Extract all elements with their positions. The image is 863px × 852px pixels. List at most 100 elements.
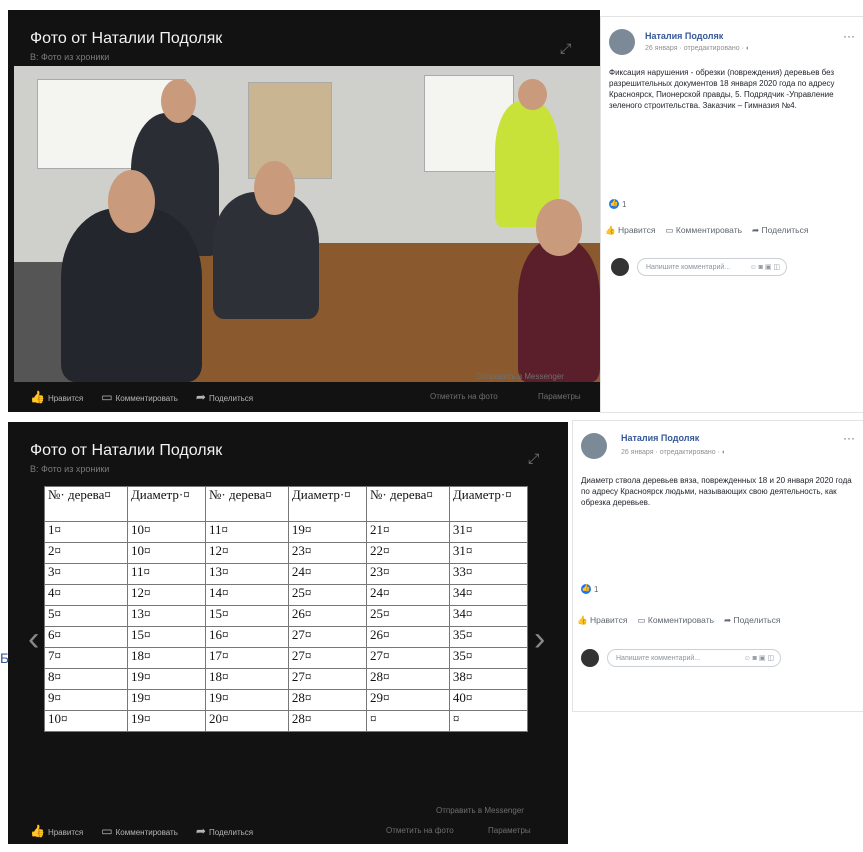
table-cell: 1¤ [44,521,128,543]
table-cell: ¤ [448,710,529,732]
table-cell: 28¤ [365,668,450,690]
table-cell: 19¤ [126,668,206,690]
post-card-1: Наталия Подоляк 26 января · отредактиров… [600,16,863,413]
chevron-right-icon[interactable]: › [534,622,545,656]
table-cell: 27¤ [287,626,367,648]
params-link[interactable]: Параметры [538,392,581,401]
more-icon[interactable]: ··· [843,29,855,43]
like-reaction-icon: 👍 [609,199,619,209]
table-cell: 19¤ [126,689,206,711]
table-cell: 5¤ [44,605,128,627]
more-icon[interactable]: ··· [843,431,855,445]
composer-icons: ☺ ◙ ▣ ◫ [749,264,780,271]
comment-button[interactable]: ▭ Комментировать [637,615,714,626]
like-button[interactable]: 👍 Нравится [577,615,627,626]
tree-diameter-table: №· дерева¤ Диаметр·¤ №· дерева¤ Диаметр·… [44,486,529,732]
comment-icon: ▭ [637,615,648,625]
table-cell: 20¤ [204,710,289,732]
table-cell: 19¤ [287,521,367,543]
table-cell: 2¤ [44,542,128,564]
table-cell: 27¤ [287,668,367,690]
table-row: 2¤ 10¤ 12¤ 23¤ 22¤ 31¤ [44,542,529,564]
table-cell: 16¤ [204,626,289,648]
send-messenger-link[interactable]: Отправить в Messenger [476,372,564,381]
photo-image[interactable] [14,66,600,382]
photo-head [535,198,583,256]
table-cell: 8¤ [44,668,128,690]
table-cell: 40¤ [448,689,529,711]
table-cell: 11¤ [126,563,206,585]
comment-icon: ▭ [101,824,113,838]
viewer-subtitle[interactable]: В: Фото из хроники [30,52,109,62]
table-cell: 24¤ [365,584,450,606]
table-row: 3¤ 11¤ 13¤ 24¤ 23¤ 33¤ [44,563,529,585]
table-cell: 26¤ [287,605,367,627]
send-messenger-link[interactable]: Отправить в Messenger [436,806,524,815]
photo-viewer-2: Фото от Наталии Подоляк В: Фото из хрони… [8,422,568,844]
table-cell: 17¤ [204,647,289,669]
viewer-title: Фото от Наталии Подоляк [30,30,223,47]
comment-input[interactable]: Напишите комментарий... ☺ ◙ ▣ ◫ [607,649,781,667]
like-icon: 👍 [30,824,45,838]
column-header: №· дерева¤ [44,486,128,522]
avatar [581,649,599,667]
table-row: 9¤ 19¤ 19¤ 28¤ 29¤ 40¤ [44,689,529,711]
avatar[interactable] [581,433,607,459]
table-cell: 22¤ [365,542,450,564]
table-cell: 34¤ [448,605,529,627]
table-cell: 13¤ [204,563,289,585]
post-text: Диаметр ствола деревьев вяза, поврежденн… [581,476,852,507]
like-button[interactable]: 👍 Нравится [30,390,83,404]
photo-shelf [248,81,333,179]
expand-icon[interactable]: ⤢ [528,451,540,465]
table-body: 1¤ 10¤ 11¤ 19¤ 21¤ 31¤ 2¤ 10¤ 12¤ 23¤ 22¤ 31¤ 3¤ 11¤ 1… [44,521,529,732]
table-cell: 28¤ [287,710,367,732]
table-cell: 27¤ [365,647,450,669]
table-cell: 25¤ [365,605,450,627]
like-button[interactable]: 👍 Нравится [605,225,655,236]
reaction-count[interactable]: 👍 1 [581,584,598,594]
comment-button[interactable]: ▭ Комментировать [101,824,178,838]
table-row: 8¤ 19¤ 18¤ 27¤ 28¤ 38¤ [44,668,529,690]
share-icon: ➦ [752,225,762,235]
tag-photo-link[interactable]: Отметить на фото [386,826,454,835]
viewer-subtitle[interactable]: В: Фото из хроники [30,464,109,474]
table-cell: 3¤ [44,563,128,585]
reaction-count[interactable]: 👍 1 [609,199,626,209]
like-icon: 👍 [577,615,590,625]
share-button[interactable]: ➦ Поделиться [724,615,780,626]
table-cell: 15¤ [126,626,206,648]
share-button[interactable]: ➦ Поделиться [752,225,808,236]
author-name[interactable]: Наталия Подоляк [645,31,723,41]
table-cell: 10¤ [44,710,128,732]
params-link[interactable]: Параметры [488,826,531,835]
expand-icon[interactable]: ⤢ [560,41,572,55]
table-cell: 10¤ [126,542,206,564]
table-cell: 10¤ [126,521,206,543]
share-button[interactable]: ➦ Поделиться [196,824,253,838]
photo-person [517,239,600,382]
share-button[interactable]: ➦ Поделиться [196,390,253,404]
table-header-row: №· дерева¤ Диаметр·¤ №· дерева¤ Диаметр·… [44,486,529,522]
table-cell: 13¤ [126,605,206,627]
table-cell: 18¤ [204,668,289,690]
like-button[interactable]: 👍 Нравится [30,824,83,838]
viewer-actions: 👍 Нравится ▭ Комментировать ➦ Поделиться [30,824,253,838]
like-icon: 👍 [30,390,45,404]
table-cell: 23¤ [287,542,367,564]
table-row: 10¤ 19¤ 20¤ 28¤ ¤ ¤ [44,710,529,732]
avatar[interactable] [609,29,635,55]
tag-photo-link[interactable]: Отметить на фото [430,392,498,401]
comment-button[interactable]: ▭ Комментировать [665,225,742,236]
table-cell: 35¤ [448,647,529,669]
table-cell: 23¤ [365,563,450,585]
author-name[interactable]: Наталия Подоляк [621,433,699,443]
comment-icon: ▭ [665,225,676,235]
chevron-left-icon[interactable]: ‹ [28,622,39,656]
comment-input[interactable]: Напишите комментарий... ☺ ◙ ▣ ◫ [637,258,787,276]
viewer-title: Фото от Наталии Подоляк [30,442,223,459]
comment-button[interactable]: ▭ Комментировать [101,390,178,404]
table-cell: ¤ [365,710,450,732]
table-cell: 14¤ [204,584,289,606]
column-header: №· дерева¤ [204,486,289,522]
